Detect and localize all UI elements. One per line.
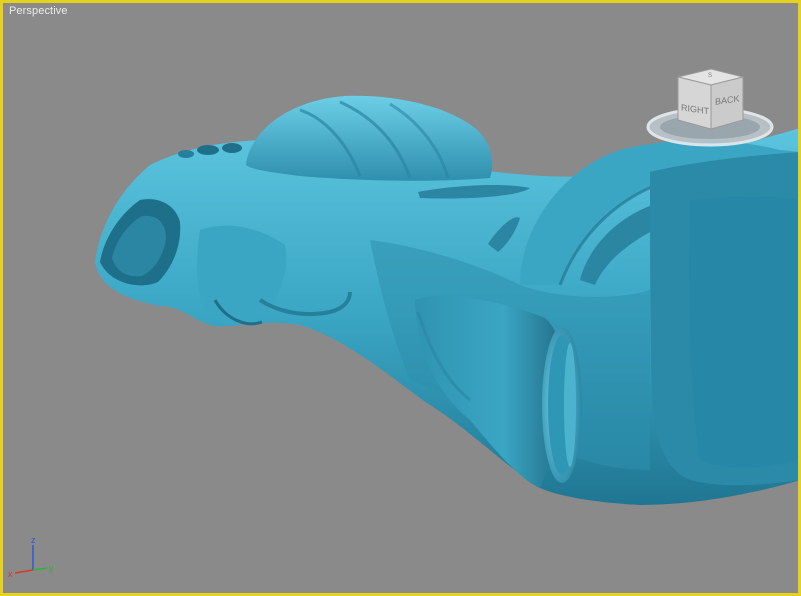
axis-tripod-icon: z x y (8, 535, 54, 579)
viewcube-top-label[interactable]: S (708, 73, 712, 79)
viewcube-icon[interactable]: S RIGHT BACK (643, 65, 778, 153)
axis-y-label: y (49, 563, 54, 573)
perspective-viewport[interactable]: Perspective S RIGHT BACK z x y (0, 0, 801, 596)
axis-x-label: x (8, 569, 13, 579)
canopy-dome (246, 95, 493, 181)
axis-z-label: z (31, 535, 36, 545)
